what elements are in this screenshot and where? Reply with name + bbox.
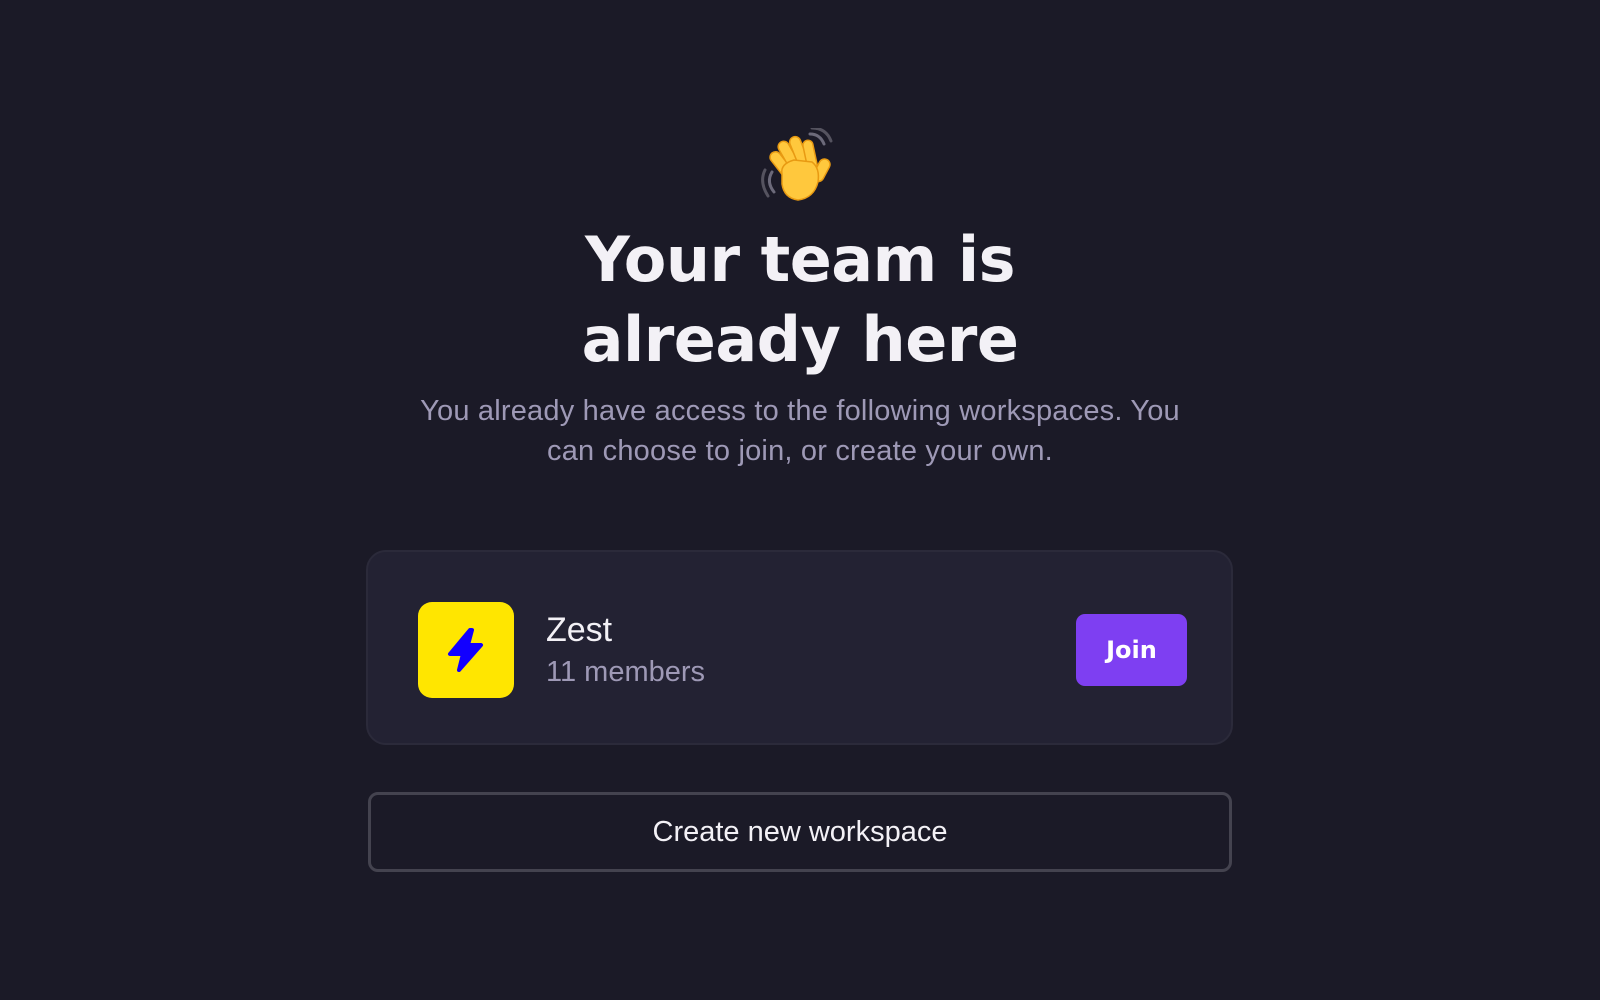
workspace-card: Zest 11 members Join [366,550,1233,745]
page-title: Your team is already here [0,220,1600,380]
page-subtitle: You already have access to the following… [370,391,1230,471]
create-workspace-button[interactable]: Create new workspace [368,792,1232,872]
workspace-member-count: 11 members [546,656,706,688]
title-line-2: already here [581,303,1019,376]
lightning-bolt-icon [448,628,483,672]
join-button[interactable]: Join [1076,614,1187,686]
join-workspace-page: Your team is already here You already hav… [0,0,1600,1000]
subtitle-line-1: You already have access to the following… [420,395,1180,427]
waving-hand-icon [760,126,840,204]
workspace-name: Zest [546,611,613,649]
workspace-logo [418,602,514,698]
title-line-1: Your team is [585,223,1015,296]
subtitle-line-2: can choose to join, or create your own. [547,435,1053,467]
